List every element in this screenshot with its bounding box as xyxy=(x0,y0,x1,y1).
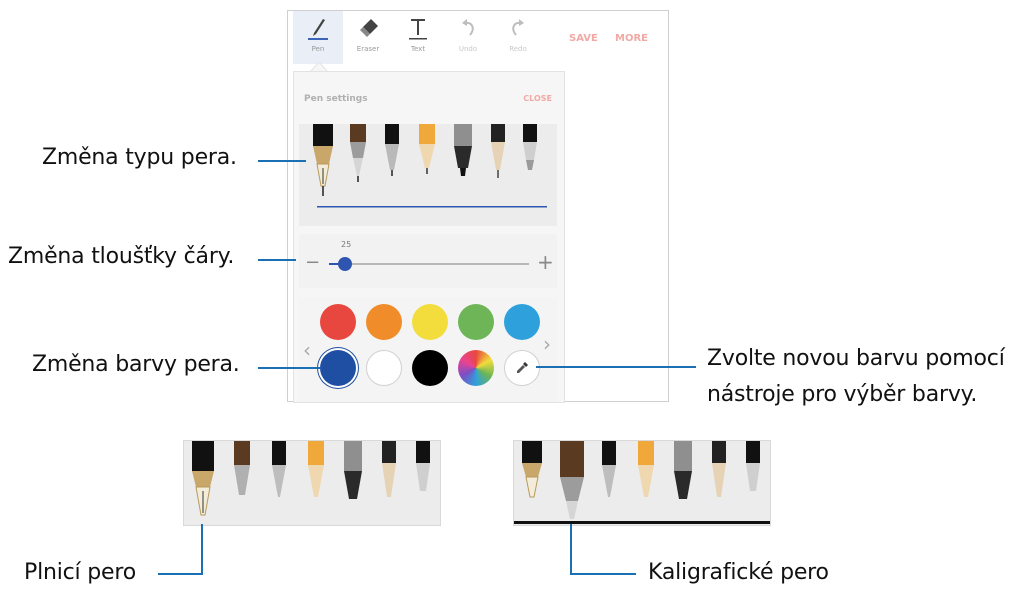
highlighter-tip xyxy=(416,463,430,491)
text-tool-button[interactable]: Text xyxy=(393,11,443,64)
color-swatch-yellow[interactable] xyxy=(412,304,448,340)
leader-fountain-horizontal xyxy=(158,573,203,575)
pen-types-fountain-selected xyxy=(192,441,430,516)
more-button[interactable]: MORE xyxy=(615,33,648,44)
color-swatch-orange[interactable] xyxy=(366,304,402,340)
marker-tip xyxy=(344,471,362,499)
prev-colors-arrow[interactable]: ‹ xyxy=(303,338,311,362)
thickness-slider-handle[interactable] xyxy=(338,257,352,271)
undo-label: Undo xyxy=(458,45,478,53)
ballpoint-tip xyxy=(272,465,286,497)
brush-pen-type[interactable] xyxy=(491,124,505,178)
fountain-grip xyxy=(522,463,542,477)
color-swatch-black[interactable] xyxy=(412,350,448,386)
ballpoint-pen xyxy=(272,441,286,465)
toolbar: Pen Eraser Text Undo Redo SAVE MORE xyxy=(288,11,668,64)
calligraphy-nib xyxy=(234,465,250,495)
marker xyxy=(674,441,692,471)
color-palette: ‹ › xyxy=(299,298,557,402)
fountain-pen xyxy=(522,441,542,463)
eraser-label: Eraser xyxy=(356,45,380,53)
pen-settings-title: Pen settings xyxy=(304,94,368,104)
pen-settings-popup: Pen settings CLOSE 25 − + ‹ › xyxy=(293,71,565,403)
redo-label: Redo xyxy=(509,45,527,53)
brush-tip xyxy=(712,463,726,497)
pen-type-selector xyxy=(299,124,557,226)
thickness-minus-button[interactable]: − xyxy=(305,252,320,273)
undo-icon xyxy=(462,19,474,36)
pen-icon xyxy=(308,19,328,40)
color-swatch-green[interactable] xyxy=(458,304,494,340)
callout-fountain-pen: Plnicí pero xyxy=(24,560,136,585)
leader-thickness xyxy=(258,259,296,261)
fountain-nib xyxy=(525,476,539,498)
save-button[interactable]: SAVE xyxy=(569,33,598,44)
pen-label: Pen xyxy=(311,45,325,53)
pencil-tip xyxy=(308,465,324,497)
thickness-plus-button[interactable]: + xyxy=(537,250,554,274)
stroke-preview xyxy=(317,206,547,208)
ballpoint-pen-type[interactable] xyxy=(385,124,399,176)
calligraphy-pen-extended xyxy=(560,441,584,519)
color-swatch-white[interactable] xyxy=(366,350,402,386)
eyedropper-icon xyxy=(517,362,528,373)
pencil xyxy=(308,441,324,465)
leader-calligraphy-horizontal xyxy=(570,573,636,575)
callout-thickness: Změna tloušťky čáry. xyxy=(8,244,235,269)
highlighter xyxy=(416,441,430,463)
marker-pen-type[interactable] xyxy=(454,124,472,176)
next-colors-arrow[interactable]: › xyxy=(543,332,551,356)
color-swatch-red[interactable] xyxy=(320,304,356,340)
ballpoint-tip xyxy=(602,465,616,497)
pen-tool-button[interactable]: Pen xyxy=(293,11,343,64)
pencil-type[interactable] xyxy=(419,124,435,174)
color-swatch-blue[interactable] xyxy=(504,304,540,340)
pen-types-calligraphy-selected xyxy=(514,441,770,524)
callout-picker-line1: Zvolte novou barvu pomocí xyxy=(707,346,1005,371)
color-swatch-dark-blue[interactable] xyxy=(320,350,356,386)
highlighter xyxy=(746,441,760,463)
leader-fountain-vertical xyxy=(201,524,203,574)
fountain-pen-type[interactable] xyxy=(313,124,333,196)
brush-tip xyxy=(382,463,396,497)
undo-button[interactable]: Undo xyxy=(443,11,493,64)
thickness-track[interactable] xyxy=(329,257,529,271)
leader-pen-type xyxy=(258,160,306,162)
leader-color xyxy=(258,367,320,369)
marker-tip xyxy=(674,471,692,499)
calligraphy-pen-type[interactable] xyxy=(350,124,366,182)
calligraphy-pen xyxy=(234,441,250,465)
close-button[interactable]: CLOSE xyxy=(523,94,552,103)
calligraphy-pen-strip xyxy=(513,440,771,526)
eraser-tool-button[interactable]: Eraser xyxy=(343,11,393,64)
callout-calligraphy-pen: Kaligrafické pero xyxy=(648,560,829,585)
leader-calligraphy-vertical xyxy=(570,524,572,574)
leader-picker xyxy=(536,366,696,368)
text-label: Text xyxy=(410,45,426,53)
calligraphy-stroke xyxy=(514,521,770,524)
callout-pen-type: Změna typu pera. xyxy=(42,145,237,170)
pen-types xyxy=(313,124,547,208)
thickness-value: 25 xyxy=(341,240,352,249)
color-spectrum-button[interactable] xyxy=(458,350,494,386)
marker xyxy=(344,441,362,471)
brush-pen xyxy=(382,441,396,463)
pencil-tip xyxy=(638,465,654,497)
redo-button[interactable]: Redo xyxy=(493,11,543,64)
text-icon xyxy=(409,19,427,40)
highlighter-type[interactable] xyxy=(523,124,537,170)
brush-pen xyxy=(712,441,726,463)
ballpoint-pen xyxy=(602,441,616,465)
color-picker-button[interactable] xyxy=(504,350,540,386)
highlighter-tip xyxy=(746,463,760,491)
eraser-icon xyxy=(360,19,378,37)
pen-settings-screen: Pen Eraser Text Undo Redo SAVE MORE Pen … xyxy=(287,10,669,403)
callout-picker-line2: nástroje pro výběr barvy. xyxy=(707,382,978,407)
thickness-slider-area: 25 − + xyxy=(299,234,557,288)
fountain-pen-extended xyxy=(192,441,214,516)
redo-icon xyxy=(512,19,524,36)
callout-color: Změna barvy pera. xyxy=(32,352,240,377)
pencil xyxy=(638,441,654,465)
fountain-pen-strip xyxy=(183,440,441,526)
